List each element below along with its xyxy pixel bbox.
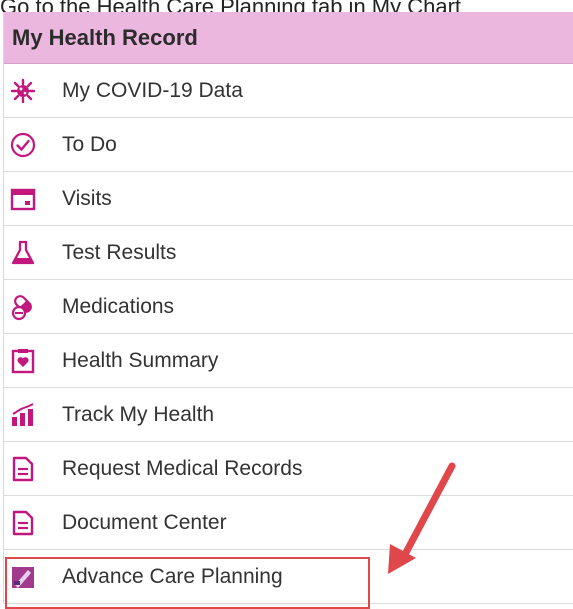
menu-item-label: Medications	[62, 294, 175, 318]
document-icon	[12, 456, 34, 481]
partial-top-text: Go to the Health Care Planning tab in My…	[0, 0, 573, 12]
covid-virus-icon	[10, 78, 36, 103]
menu-item-test-results[interactable]: Test Results	[4, 226, 573, 280]
menu-item-request-medical-records[interactable]: Request Medical Records	[4, 442, 573, 496]
heart-clipboard-icon	[11, 348, 35, 373]
menu-list: My COVID-19 Data To Do Visits Test Resul…	[4, 64, 573, 604]
menu-item-medications[interactable]: Medications	[4, 280, 573, 334]
menu-item-label: Test Results	[62, 240, 177, 264]
menu-item-label: My COVID-19 Data	[62, 78, 243, 102]
bar-chart-icon	[12, 402, 34, 426]
my-health-record-panel: My Health Record My COVID-19 Data To Do	[3, 12, 573, 604]
red-arrow-icon	[388, 462, 456, 574]
menu-item-health-summary[interactable]: Health Summary	[4, 334, 573, 388]
menu-item-label: Request Medical Records	[62, 456, 303, 480]
menu-item-track-my-health[interactable]: Track My Health	[4, 388, 573, 442]
menu-item-label: Document Center	[62, 510, 227, 534]
menu-item-document-center[interactable]: Document Center	[4, 496, 573, 550]
pills-icon	[11, 294, 32, 320]
calendar-icon	[10, 188, 36, 210]
menu-item-label: Track My Health	[62, 402, 215, 426]
document-icon	[12, 510, 34, 535]
panel-header: My Health Record	[4, 12, 573, 64]
checkmark-clock-icon	[10, 132, 36, 157]
flask-icon	[11, 240, 35, 264]
header-title: My Health Record	[12, 24, 198, 50]
menu-item-label: Health Summary	[62, 348, 219, 372]
menu-item-label: To Do	[62, 132, 117, 156]
menu-item-to-do[interactable]: To Do	[4, 118, 573, 172]
menu-item-covid-data[interactable]: My COVID-19 Data	[4, 64, 573, 118]
menu-item-label: Visits	[62, 186, 112, 210]
advance-care-planning-highlight	[5, 557, 370, 609]
menu-item-visits[interactable]: Visits	[4, 172, 573, 226]
